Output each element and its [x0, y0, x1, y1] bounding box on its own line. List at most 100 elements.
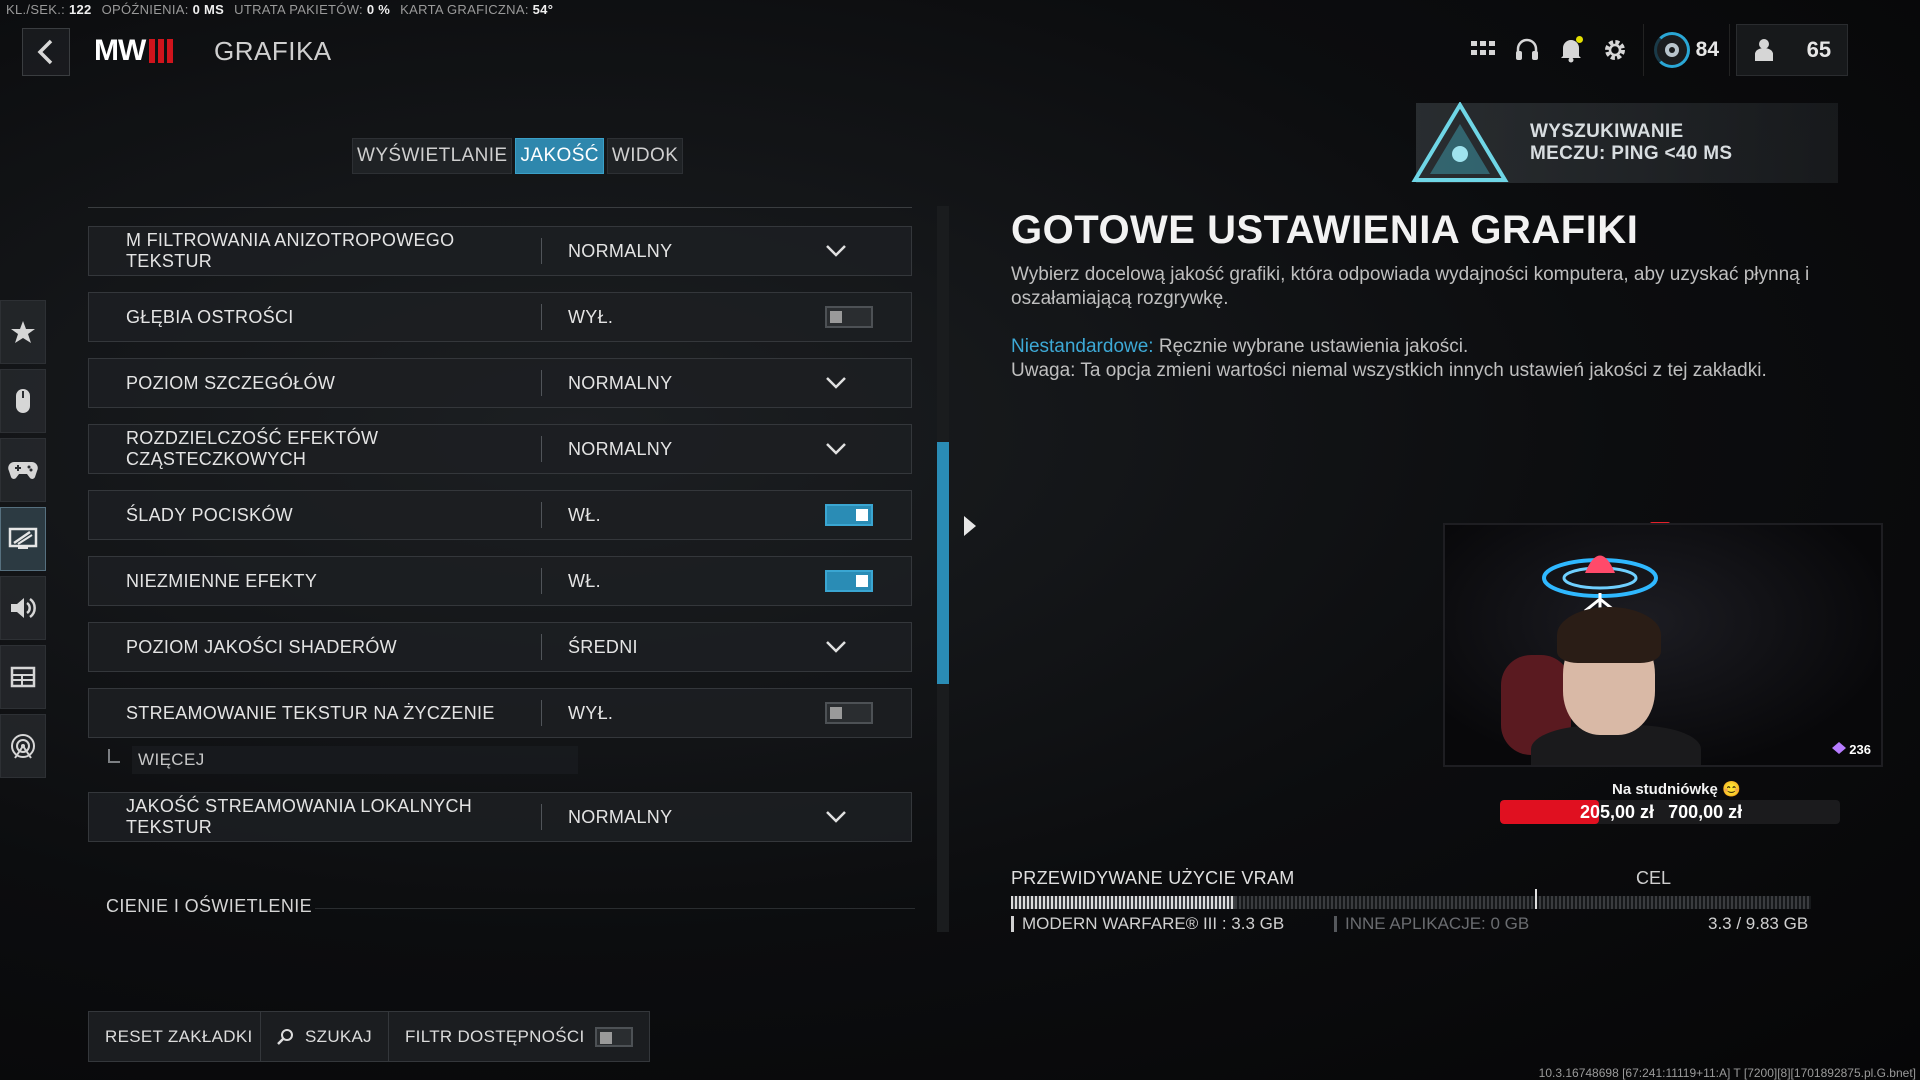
custom-preset-line: Niestandardowe: Ręcznie wybrane ustawien… — [1011, 335, 1841, 359]
reset-tab-button[interactable]: RESET ZAKŁADKI — [88, 1011, 270, 1062]
build-string: 10.3.16748698 [67:241:11119+11:A] T [720… — [1538, 1066, 1916, 1080]
level-badge-icon — [1653, 32, 1690, 68]
notifications-bell-icon[interactable] — [1549, 28, 1593, 72]
panel-note: Niestandardowe: Ręcznie wybrane ustawien… — [1011, 335, 1841, 383]
setting-row-texture-streaming[interactable]: STREAMOWANIE TEKSTUR NA ŻYCZENIE WYŁ. — [88, 688, 912, 738]
webcam-overlay: 236 — [1443, 523, 1883, 767]
settings-scrollbar[interactable] — [937, 206, 949, 932]
setting-row-shader-quality[interactable]: POZIOM JAKOŚCI SHADERÓW ŚREDNI — [88, 622, 912, 672]
game-logo: MW — [94, 34, 174, 68]
rail-audio[interactable] — [0, 576, 46, 640]
setting-name: JAKOŚĆ STREAMOWANIA LOKALNYCH TEKSTUR — [126, 796, 473, 837]
setting-row-depth-of-field[interactable]: GŁĘBIA OSTROŚCI WYŁ. — [88, 292, 912, 342]
currency-box[interactable]: 65 — [1736, 24, 1848, 76]
vram-game-label: MODERN WARFARE® III : 3.3 GB — [1022, 914, 1285, 933]
custom-text: Ręcznie wybrane ustawienia jakości. — [1158, 336, 1469, 357]
toggle-switch[interactable] — [825, 570, 873, 592]
legend-tick — [1011, 916, 1014, 932]
stat-packet-loss: UTRATA PAKIETÓW: 0 % — [234, 2, 391, 17]
donation-goal-values: 205,00 zł 700,00 zł — [1580, 802, 1742, 823]
setting-row-anisotropic[interactable]: M FILTROWANIA ANIZOTROPOWEGO TEKSTUR NOR… — [88, 226, 912, 276]
goal-current: 205,00 zł — [1580, 802, 1655, 822]
setting-row-bullet-trails[interactable]: ŚLADY POCISKÓW WŁ. — [88, 490, 912, 540]
rail-mouse[interactable] — [0, 369, 46, 433]
reset-tab-label: RESET ZAKŁADKI — [105, 1026, 253, 1046]
section-divider — [315, 908, 915, 909]
custom-label: Niestandardowe: — [1011, 336, 1154, 357]
gamepad-icon — [8, 462, 38, 479]
setting-row-detail-level[interactable]: POZIOM SZCZEGÓŁÓW NORMALNY — [88, 358, 912, 408]
panel-description: Wybierz docelową jakość grafiki, która o… — [1011, 264, 1810, 309]
goal-target: 700,00 zł — [1668, 802, 1743, 822]
vram-game-usage: MODERN WARFARE® III : 3.3 GB — [1011, 914, 1284, 934]
toggle-knob — [856, 509, 868, 521]
vram-other-label: INNE APLIKACJE: 0 GB — [1345, 914, 1530, 933]
setting-row-particle-resolution[interactable]: ROZDZIELCZOŚĆ EFEKTÓW CZĄSTECZKOWYCH NOR… — [88, 424, 912, 474]
network-signal-icon — [11, 734, 35, 759]
legend-tick — [1334, 916, 1337, 932]
accessibility-filter-label: FILTR DOSTĘPNOŚCI — [405, 1026, 585, 1046]
panel-title: GOTOWE USTAWIENIA GRAFIKI — [1011, 208, 1639, 252]
matchmaking-banner: WYSZUKIWANIE MECZU: PING <40 MS — [1411, 102, 1838, 183]
notification-dot — [1575, 36, 1583, 43]
graphics-monitor-icon — [8, 527, 38, 549]
vram-title: PRZEWIDYWANE UŻYCIE VRAM — [1011, 868, 1295, 888]
grid-menu-icon[interactable] — [1461, 28, 1505, 72]
viewer-count: 236 — [1831, 742, 1871, 757]
tab-view[interactable]: WIDOK — [606, 138, 684, 174]
rail-graphics[interactable] — [0, 507, 46, 571]
scrollbar-thumb[interactable] — [937, 442, 949, 684]
setting-value: WYŁ. — [568, 306, 614, 327]
toggle-switch[interactable] — [825, 306, 873, 328]
dropdown-control[interactable] — [825, 810, 889, 824]
search-button[interactable]: SZUKAJ — [260, 1011, 389, 1062]
search-icon — [277, 1028, 293, 1045]
vram-target-marker — [1535, 889, 1537, 909]
setting-row-persistent-effects[interactable]: NIEZMIENNE EFEKTY WŁ. — [88, 556, 912, 606]
viewer-count-value: 236 — [1849, 742, 1871, 757]
dropdown-control[interactable] — [825, 376, 889, 390]
dropdown-control[interactable] — [825, 244, 889, 258]
quality-tabs: WYŚWIETLANIE JAKOŚĆ WIDOK — [352, 138, 684, 174]
rail-network[interactable] — [0, 714, 46, 778]
more-subsetting[interactable]: WIĘCEJ — [108, 744, 578, 776]
vram-total: 3.3 / 9.83 GB — [1708, 914, 1809, 933]
settings-gear-icon[interactable] — [1593, 28, 1637, 72]
more-label: WIĘCEJ — [132, 746, 578, 774]
accessibility-filter-button[interactable]: FILTR DOSTĘPNOŚCI — [388, 1011, 650, 1062]
dropdown-control[interactable] — [825, 442, 889, 456]
setting-value: NORMALNY — [568, 372, 673, 393]
back-button[interactable] — [22, 28, 70, 76]
logo-text: MW — [94, 34, 146, 67]
setting-value: WŁ. — [568, 504, 601, 525]
tab-display[interactable]: WYŚWIETLANIE — [352, 138, 513, 174]
setting-name: STREAMOWANIE TEKSTUR NA ŻYCZENIE — [126, 702, 495, 723]
rail-interface[interactable] — [0, 645, 46, 709]
setting-value: NORMALNY — [568, 240, 673, 261]
setting-row-local-texture-streaming[interactable]: JAKOŚĆ STREAMOWANIA LOKALNYCH TEKSTUR NO… — [88, 792, 912, 842]
chevron-down-icon — [826, 443, 846, 455]
performance-stats: KL./SEK.: 122 OPÓŹNIENIA: 0 MS UTRATA PA… — [6, 2, 553, 17]
stat-gpu-temp: KARTA GRAFICZNA: 54° — [400, 2, 554, 17]
vram-target-label: CEL — [1636, 868, 1672, 888]
setting-name: GŁĘBIA OSTROŚCI — [126, 306, 294, 327]
section-header-shadows-lighting: CIENIE I OŚWIETLENIE — [106, 896, 313, 916]
rail-controller[interactable] — [0, 438, 46, 502]
dropdown-control[interactable] — [825, 640, 889, 654]
setting-value: ŚREDNI — [568, 636, 638, 657]
setting-name: POZIOM SZCZEGÓŁÓW — [126, 372, 336, 393]
toggle-switch[interactable] — [825, 702, 873, 724]
matchmaking-emblem-icon — [1411, 102, 1509, 182]
toggle-switch[interactable] — [825, 504, 873, 526]
rail-favorites[interactable] — [0, 300, 46, 364]
matchmaking-text: WYSZUKIWANIE MECZU: PING <40 MS — [1530, 121, 1732, 165]
setting-name: POZIOM JAKOŚCI SHADERÓW — [126, 636, 397, 657]
accessibility-filter-toggle[interactable] — [594, 1026, 633, 1047]
vram-usage-bar — [1011, 896, 1811, 909]
headset-icon[interactable] — [1505, 28, 1549, 72]
chevron-down-icon — [826, 641, 846, 653]
tab-quality[interactable]: JAKOŚĆ — [515, 138, 604, 174]
interface-layout-icon — [10, 666, 36, 688]
player-level[interactable]: 84 — [1642, 24, 1730, 76]
tree-elbow-icon — [108, 749, 120, 763]
